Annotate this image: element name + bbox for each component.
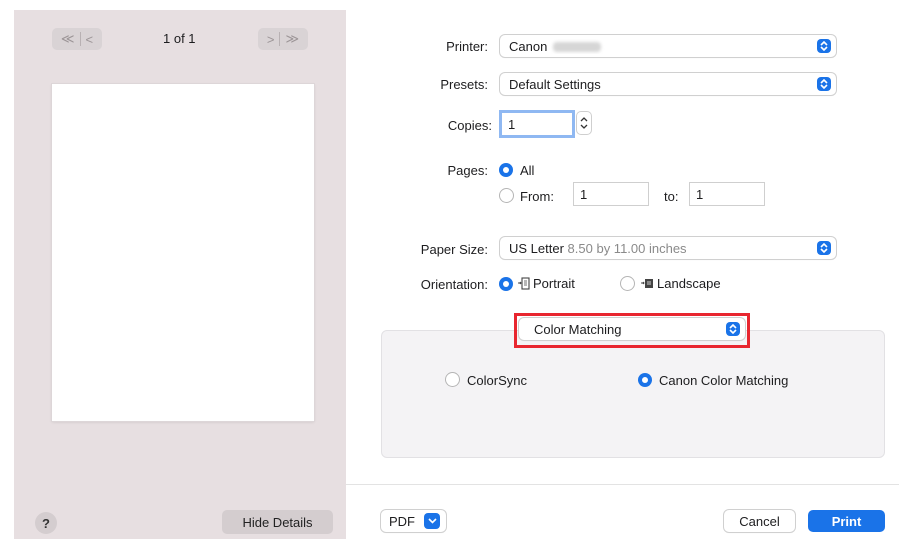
orientation-label: Orientation:	[420, 277, 488, 292]
pages-all-label: All	[520, 163, 535, 178]
previous-page-buttons[interactable]: ≪ <	[52, 28, 102, 50]
colorsync-label: ColorSync	[467, 373, 527, 388]
presets-select[interactable]: Default Settings	[500, 73, 836, 95]
landscape-orientation-icon	[641, 279, 653, 288]
copies-label: Copies:	[447, 118, 492, 133]
highlight-box	[514, 313, 750, 348]
printer-model-redacted	[553, 42, 602, 53]
pages-from-input[interactable]: 1	[574, 183, 648, 205]
paper-size-label: Paper Size:	[420, 242, 488, 257]
next-page-icon[interactable]: >	[267, 32, 275, 47]
pages-from-radio[interactable]	[500, 189, 513, 202]
canon-color-matching-radio[interactable]	[638, 373, 652, 387]
color-matching-panel	[381, 330, 885, 458]
canon-color-matching-label: Canon Color Matching	[659, 373, 789, 388]
orientation-landscape-radio[interactable]	[621, 277, 634, 290]
chevron-updown-icon	[817, 241, 831, 255]
orientation-landscape-option: Landscape	[640, 276, 721, 291]
next-page-buttons[interactable]: > ≫	[258, 28, 308, 50]
paper-size-select[interactable]: US Letter 8.50 by 11.00 inches	[500, 237, 836, 259]
last-page-icon[interactable]: ≫	[285, 31, 299, 47]
chevron-updown-icon	[817, 77, 831, 91]
pages-to-label: to:	[664, 189, 679, 204]
page-counter: 1 of 1	[163, 31, 196, 46]
printer-value: Canon	[509, 38, 548, 54]
chevron-down-icon	[424, 513, 440, 529]
help-button[interactable]: ?	[35, 512, 57, 534]
pages-label: Pages:	[447, 163, 488, 178]
orientation-portrait-label: Portrait	[533, 276, 575, 291]
printer-select[interactable]: Canon	[500, 35, 836, 57]
pages-to-input[interactable]: 1	[690, 183, 764, 205]
copies-input[interactable]: 1	[502, 113, 572, 135]
first-page-icon[interactable]: ≪	[61, 31, 75, 47]
orientation-landscape-label: Landscape	[657, 276, 721, 291]
print-dialog: ≪ < 1 of 1 > ≫ ? Hide Details Printer: C…	[0, 0, 899, 553]
chevron-updown-icon	[817, 39, 831, 53]
orientation-portrait-option: Portrait	[517, 276, 575, 291]
printer-label: Printer:	[446, 39, 488, 54]
paper-size-detail: 8.50 by 11.00 inches	[567, 240, 687, 256]
stepper-arrows-icon	[580, 117, 588, 129]
hide-details-button[interactable]: Hide Details	[222, 510, 333, 534]
orientation-portrait-radio[interactable]	[499, 277, 513, 291]
pdf-menu-button[interactable]: PDF	[381, 510, 446, 532]
page-preview	[52, 84, 314, 421]
cancel-button[interactable]: Cancel	[724, 510, 795, 532]
pages-all-radio[interactable]	[499, 163, 513, 177]
pages-from-label: From:	[520, 189, 554, 204]
colorsync-radio[interactable]	[446, 373, 459, 386]
previous-page-icon[interactable]: <	[86, 32, 94, 47]
footer-divider	[346, 484, 899, 485]
presets-label: Presets:	[440, 77, 488, 92]
portrait-orientation-icon	[518, 277, 530, 290]
presets-value: Default Settings	[509, 76, 601, 92]
copies-stepper[interactable]	[577, 112, 591, 134]
print-button[interactable]: Print	[808, 510, 885, 532]
pdf-label: PDF	[389, 513, 415, 529]
paper-size-value: US Letter	[509, 240, 564, 256]
